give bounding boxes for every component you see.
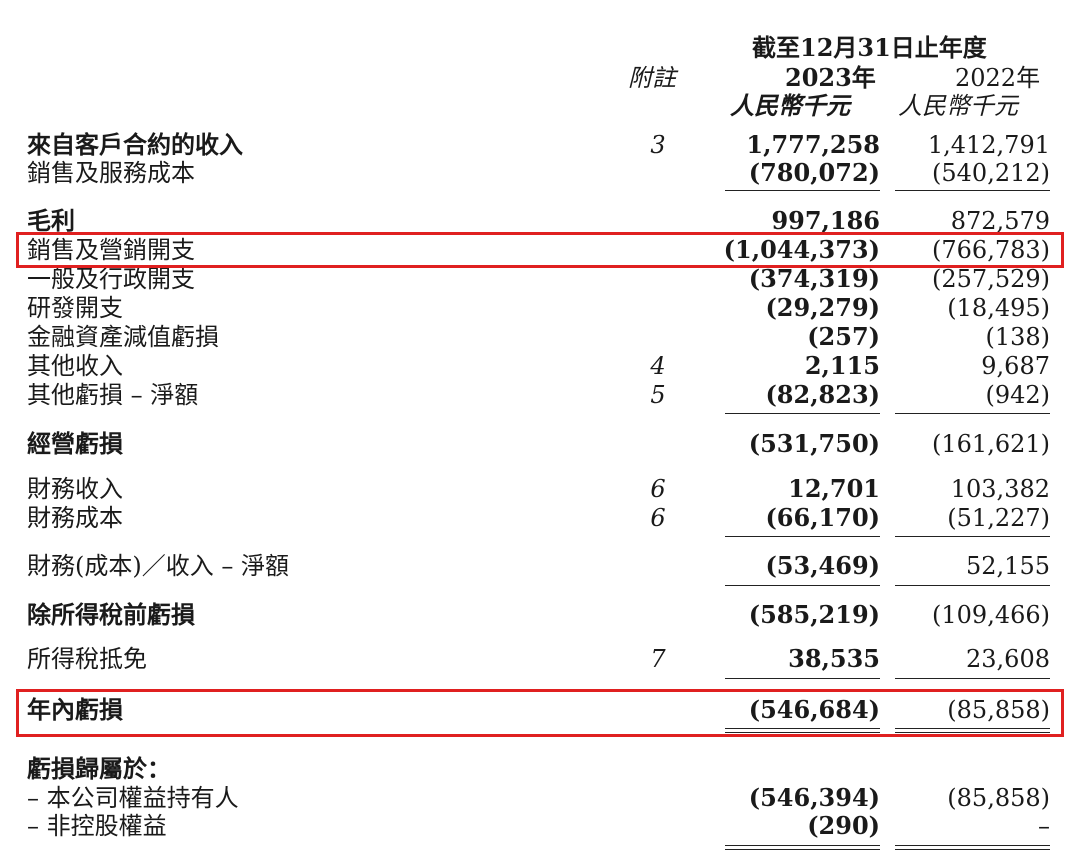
row-value-2022: 23,608 — [966, 645, 1050, 673]
row-label: 其他虧損 – 淨額 — [27, 381, 199, 409]
row-label: 毛利 — [27, 206, 75, 235]
row-value-2022: (257,529) — [932, 265, 1050, 293]
highlight-box-selling-expenses — [16, 232, 1064, 268]
table-row: – 本公司權益持有人 (546,394) (85,858) — [0, 783, 1080, 813]
note-column-header: 附註 — [628, 64, 676, 92]
row-label: 所得稅抵免 — [27, 645, 147, 673]
row-note: 5 — [650, 381, 666, 409]
table-row: 來自客戶合約的收入 3 1,777,258 1,412,791 — [0, 130, 1080, 160]
row-note: 7 — [650, 645, 666, 673]
row-value-2023: (585,219) — [748, 600, 880, 629]
row-label: 來自客戶合約的收入 — [27, 130, 243, 159]
unit-2023-header: 人民幣千元 — [730, 91, 850, 120]
subtotal-rule — [725, 413, 880, 414]
row-label: – 非控股權益 — [27, 812, 167, 840]
subtotal-rule — [725, 678, 880, 679]
table-row: 銷售及服務成本 (780,072) (540,212) — [0, 158, 1080, 188]
unit-2022-header: 人民幣千元 — [898, 92, 1018, 120]
row-note: 4 — [650, 352, 666, 380]
table-row: – 非控股權益 (290) – — [0, 811, 1080, 841]
row-value-2022: (51,227) — [947, 504, 1050, 532]
row-value-2023: 997,186 — [771, 206, 880, 235]
row-label: 金融資產減值虧損 — [27, 323, 219, 351]
table-row: 經營虧損 (531,750) (161,621) — [0, 429, 1080, 459]
row-label: 銷售及服務成本 — [27, 159, 195, 187]
row-value-2023: (66,170) — [765, 503, 880, 532]
subtotal-rule — [895, 536, 1050, 537]
row-value-2023: (29,279) — [765, 293, 880, 322]
row-value-2023: (780,072) — [748, 158, 880, 187]
row-label: 財務(成本)／收入 – 淨額 — [27, 552, 289, 580]
table-row: 所得稅抵免 7 38,535 23,608 — [0, 644, 1080, 674]
row-value-2022: (540,212) — [932, 159, 1050, 187]
row-value-2022: 103,382 — [950, 475, 1050, 503]
row-label: 一般及行政開支 — [27, 265, 195, 293]
table-row: 財務成本 6 (66,170) (51,227) — [0, 503, 1080, 533]
table-row: 財務收入 6 12,701 103,382 — [0, 474, 1080, 504]
row-label: – 本公司權益持有人 — [27, 784, 239, 812]
row-value-2022: (85,858) — [947, 784, 1050, 812]
row-label: 其他收入 — [27, 352, 123, 380]
table-row: 毛利 997,186 872,579 — [0, 206, 1080, 236]
row-value-2022: (109,466) — [932, 601, 1050, 629]
table-row: 一般及行政開支 (374,319) (257,529) — [0, 264, 1080, 294]
table-row: 虧損歸屬於： — [0, 755, 1080, 783]
subtotal-rule — [725, 585, 880, 586]
row-value-2022: (18,495) — [947, 294, 1050, 322]
row-value-2022: 872,579 — [950, 207, 1050, 235]
row-value-2023: (257) — [807, 322, 880, 351]
table-row: 研發開支 (29,279) (18,495) — [0, 293, 1080, 323]
subtotal-rule — [725, 536, 880, 537]
row-value-2022: (161,621) — [932, 430, 1050, 458]
row-value-2022: 9,687 — [981, 352, 1050, 380]
row-note: 6 — [650, 504, 666, 532]
row-value-2023: (82,823) — [765, 380, 880, 409]
row-value-2023: (374,319) — [748, 264, 880, 293]
table-row: 其他收入 4 2,115 9,687 — [0, 351, 1080, 381]
table-row: 財務(成本)／收入 – 淨額 (53,469) 52,155 — [0, 551, 1080, 581]
row-label: 經營虧損 — [27, 429, 123, 458]
table-row: 其他虧損 – 淨額 5 (82,823) (942) — [0, 380, 1080, 410]
subtotal-rule — [895, 190, 1050, 191]
row-value-2023: 1,777,258 — [746, 130, 880, 159]
subtotal-rule — [895, 678, 1050, 679]
row-value-2023: (531,750) — [748, 429, 880, 458]
row-value-2022: 52,155 — [966, 552, 1050, 580]
subtotal-rule — [895, 413, 1050, 414]
row-value-2023: 12,701 — [788, 474, 880, 503]
row-value-2023: 38,535 — [788, 644, 880, 673]
highlight-box-loss-for-year — [16, 689, 1064, 737]
row-label: 虧損歸屬於： — [27, 754, 171, 783]
row-value-2023: (290) — [807, 811, 880, 840]
subtotal-rule — [895, 585, 1050, 586]
row-label: 財務收入 — [27, 475, 123, 503]
row-value-2022: (942) — [985, 381, 1050, 409]
total-double-rule — [725, 845, 880, 850]
subtotal-rule — [725, 190, 880, 191]
total-double-rule — [895, 845, 1050, 850]
row-label: 財務成本 — [27, 504, 123, 532]
row-label: 研發開支 — [27, 294, 123, 322]
row-value-2022: (138) — [985, 323, 1050, 351]
row-label: 除所得稅前虧損 — [27, 600, 195, 629]
row-value-2022: 1,412,791 — [927, 131, 1050, 159]
row-value-2023: (53,469) — [765, 551, 880, 580]
row-value-2023: 2,115 — [804, 351, 880, 380]
row-note: 6 — [650, 475, 666, 503]
row-note: 3 — [650, 131, 666, 159]
table-row: 金融資產減值虧損 (257) (138) — [0, 322, 1080, 352]
row-value-2023: (546,394) — [748, 783, 880, 812]
row-value-2022: – — [1038, 812, 1050, 840]
table-row: 除所得稅前虧損 (585,219) (109,466) — [0, 600, 1080, 630]
